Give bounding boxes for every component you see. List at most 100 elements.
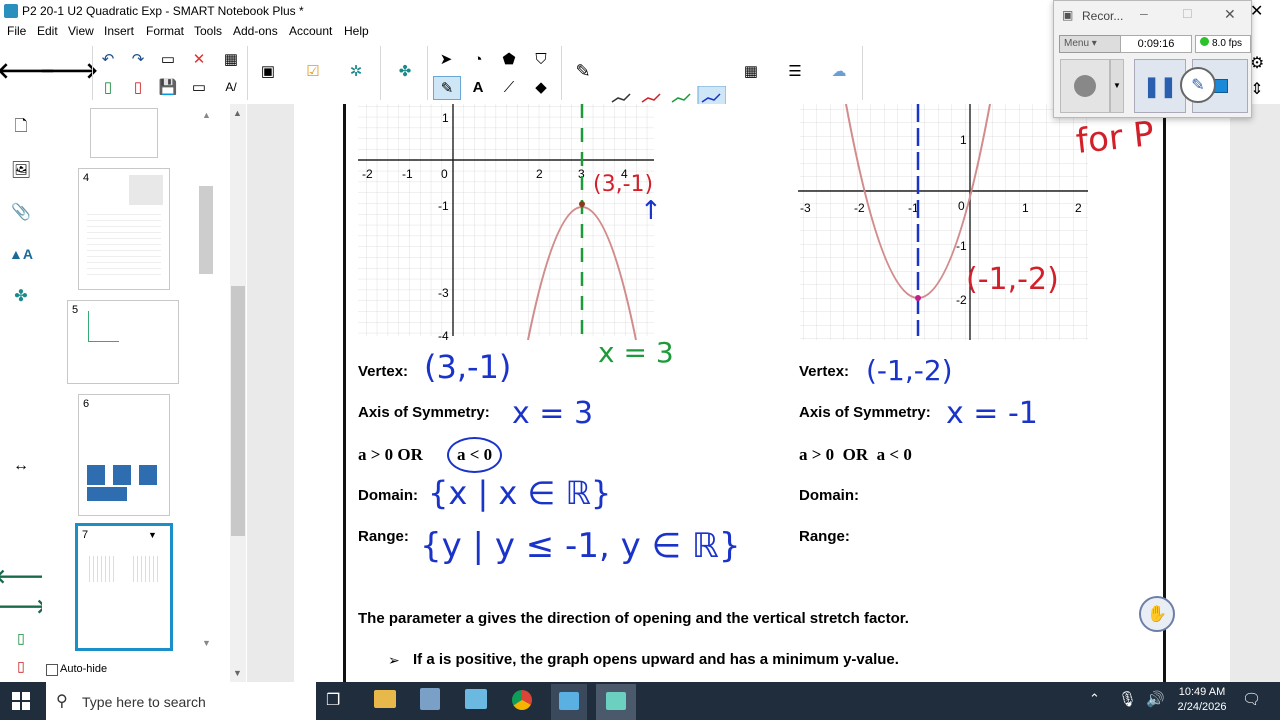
sorter-scroll-up-icon[interactable]: ▲	[202, 110, 211, 120]
volume-icon[interactable]: 🔊	[1146, 690, 1165, 708]
notifications-icon[interactable]: 🗨	[1242, 690, 1261, 708]
sidebar-prev-page-icon[interactable]: 🡐	[0, 566, 48, 588]
page-thumbnail-3[interactable]	[90, 108, 158, 158]
sidebar-delete-page-icon[interactable]: ▯	[11, 656, 31, 676]
spellcheck-icon[interactable]: A/	[218, 76, 244, 98]
page-thumbnail-6[interactable]: 6	[78, 394, 170, 516]
screen-shade-icon[interactable]: ▭	[186, 76, 212, 98]
page-sorter-icon[interactable]: 🗋	[11, 118, 31, 138]
previous-page-icon[interactable]: 🡐	[0, 58, 56, 83]
menu-insert[interactable]: Insert	[104, 24, 134, 38]
eraser-tool-icon[interactable]: ◆	[528, 76, 554, 98]
gallery-icon[interactable]: 🖼	[11, 160, 31, 180]
recorder-options-arrow-icon[interactable]: ▼	[1110, 59, 1124, 113]
recorder-close-button[interactable]: ✕	[1224, 6, 1236, 23]
recorder-pen-icon[interactable]: ✎	[1180, 67, 1216, 103]
chrome-icon[interactable]	[512, 690, 532, 710]
screen-capture-icon[interactable]: ▣	[255, 60, 281, 82]
taskbar-search-box[interactable]: ⚲ Type here to search	[46, 682, 316, 720]
regular-polygon-icon[interactable]: ⬟	[496, 48, 522, 70]
menu-help[interactable]: Help	[344, 24, 369, 38]
g1-xtick-1: -2	[362, 167, 373, 181]
recorder-minimize-button[interactable]: –	[1140, 5, 1148, 21]
g2-xtick-1: -3	[800, 201, 811, 215]
color-palette-icon[interactable]: ▦	[738, 60, 764, 82]
autohide-checkbox[interactable]	[46, 664, 58, 676]
recorder-pause-button[interactable]: ❚❚	[1134, 59, 1186, 113]
sidebar-add-page-icon[interactable]: ▯	[11, 628, 31, 648]
smart-notebook-taskbar-icon[interactable]	[465, 689, 487, 709]
canvas-scrollbar-thumb[interactable]	[231, 286, 245, 536]
left-axis-value: x = 3	[512, 396, 594, 431]
line-tool-icon[interactable]: ⟋	[496, 76, 522, 98]
undo-icon[interactable]: ↶	[95, 48, 121, 70]
recorder-record-button[interactable]	[1060, 59, 1110, 113]
smart-notebook-taskbar-active[interactable]	[596, 684, 636, 720]
windows-start-icon[interactable]	[12, 692, 30, 710]
paste-icon[interactable]: ▭	[155, 48, 181, 70]
task-view-icon[interactable]: ❐	[326, 690, 340, 710]
smart-ink-taskbar-icon-active[interactable]	[551, 684, 587, 720]
left-vertex-label: Vertex:	[358, 363, 409, 380]
pen-tool-icon[interactable]: ✎	[570, 60, 596, 82]
g2-ytick-1: 1	[960, 133, 967, 147]
recorder-maximize-button[interactable]: ☐	[1182, 7, 1193, 21]
right-domain-label: Domain:	[799, 487, 859, 504]
page-thumbnail-7-selected[interactable]: 7 ▼	[75, 523, 173, 651]
text-tool-icon[interactable]: A	[465, 76, 491, 98]
activity-builder-icon[interactable]: ✲	[343, 60, 369, 82]
file-explorer-icon[interactable]	[374, 690, 396, 708]
add-page-icon[interactable]: ▯	[95, 76, 121, 98]
select-tool-icon[interactable]: ➤	[433, 48, 459, 70]
next-page-icon[interactable]: 🡒	[40, 58, 99, 83]
fill-tool-icon[interactable]: ⛉	[528, 48, 554, 70]
hand-cursor-icon[interactable]: ✋	[1139, 596, 1175, 632]
left-range-value: {y | y ≤ -1, y ∈ ℝ}	[420, 526, 741, 566]
response-icon[interactable]: ☑	[300, 60, 326, 82]
sorter-scroll-down-icon[interactable]: ▼	[202, 638, 211, 648]
menu-addons[interactable]: Add-ons	[233, 24, 278, 38]
g1-ytick-3: -3	[438, 286, 449, 300]
addons-puzzle-icon[interactable]: ✤	[392, 60, 418, 82]
menu-tools[interactable]: Tools	[194, 24, 222, 38]
shapes-tool-icon[interactable]: ◔	[465, 48, 491, 70]
sidebar-next-page-icon[interactable]: 🡒	[0, 596, 48, 618]
page-border-left	[343, 104, 346, 682]
table-icon[interactable]: ▦	[218, 48, 244, 70]
graph-left: -2 -1 0 2 3 4 1 -1 -3 -4	[358, 104, 654, 340]
menu-account[interactable]: Account	[289, 24, 332, 38]
menu-file[interactable]: File	[7, 24, 26, 38]
addons-tab-icon[interactable]: ✤	[11, 286, 31, 306]
delete-page-icon[interactable]: ▯	[125, 76, 151, 98]
properties-icon[interactable]: ☁	[826, 60, 852, 82]
canvas-scrollbar[interactable]: ▲ ▼	[230, 104, 246, 682]
page-thumbnail-4[interactable]: 4	[78, 168, 170, 290]
redo-icon[interactable]: ↷	[125, 48, 151, 70]
g1-xtick-4: 2	[536, 167, 543, 181]
page-thumbnail-5[interactable]: 5	[67, 300, 179, 384]
menu-format[interactable]: Format	[146, 24, 184, 38]
recorder-fps: 8.0 fps	[1195, 35, 1251, 53]
search-placeholder: Type here to search	[82, 694, 206, 710]
save-icon[interactable]: 💾	[155, 76, 181, 98]
attachments-icon[interactable]: 📎	[11, 202, 31, 222]
close-window-button[interactable]: ✕	[1250, 1, 1263, 21]
recorder-menu-dropdown[interactable]: Menu ▾	[1059, 35, 1121, 53]
microphone-icon[interactable]: 🎙	[1118, 690, 1137, 708]
delete-icon[interactable]: ✕	[186, 48, 212, 70]
menu-edit[interactable]: Edit	[37, 24, 58, 38]
pens-tool-icon[interactable]: ✎	[433, 76, 461, 100]
properties-tab-icon[interactable]: ▲A	[9, 244, 33, 264]
thumbnail-menu-arrow-icon[interactable]: ▼	[148, 530, 157, 540]
left-range-label: Range:	[358, 528, 409, 545]
g1-xtick-3: 0	[441, 167, 448, 181]
taskbar-clock[interactable]: 10:49 AM 2/24/2026	[1176, 686, 1228, 713]
recorder-window: ▣ Recor... – ☐ ✕ Menu ▾ 0:09:16 8.0 fps …	[1053, 0, 1252, 118]
tray-chevron-icon[interactable]: ⌃	[1089, 691, 1100, 707]
move-sidebar-icon[interactable]: ↔	[11, 456, 31, 476]
sorter-scrollbar-thumb[interactable]	[199, 186, 213, 274]
menu-view[interactable]: View	[68, 24, 94, 38]
page-border-right	[1163, 104, 1166, 682]
line-style-icon[interactable]: ☰	[782, 60, 808, 82]
taskbar-app-icon[interactable]	[420, 688, 440, 710]
